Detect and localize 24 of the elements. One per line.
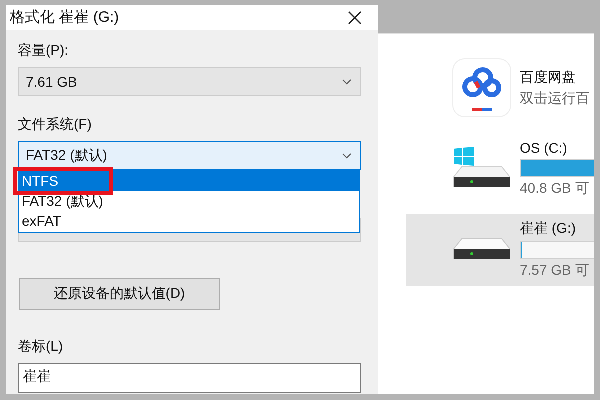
item-subtitle: 双击运行百 xyxy=(520,90,590,108)
volume-label-label: 卷标(L) xyxy=(18,338,64,356)
chevron-icon xyxy=(342,152,352,158)
item-name: 崔崔 (G:) xyxy=(520,220,577,238)
dropdown-option[interactable]: NTFS xyxy=(19,171,359,191)
restore-defaults-button[interactable]: 还原设备的默认值(D) xyxy=(19,278,220,310)
volume-label-field[interactable]: 崔崔 xyxy=(18,363,361,393)
free-space-text: 40.8 GB 可 xyxy=(520,180,590,198)
item-name: 百度网盘 xyxy=(520,68,577,86)
app-tile[interactable]: 百度网盘 双击运行百 xyxy=(406,52,594,124)
drive-tile[interactable]: 崔崔 (G:) 7.57 GB 可 xyxy=(406,214,594,286)
close-icon[interactable] xyxy=(348,10,362,24)
cloud-app-icon xyxy=(452,58,512,118)
capacity-dropdown[interactable]: 7.61 GB xyxy=(18,67,361,96)
dropdown-option[interactable]: FAT32 (默认) xyxy=(19,191,359,211)
file-system-label: 文件系统(F) xyxy=(18,116,92,134)
item-name: OS (C:) xyxy=(520,140,568,156)
dropdown-option[interactable]: exFAT xyxy=(19,211,359,231)
file-system-dropdown[interactable]: FAT32 (默认) xyxy=(18,141,361,170)
window-title: 格式化 崔崔 (G:) xyxy=(10,8,120,27)
free-space-text: 7.57 GB 可 xyxy=(520,262,590,280)
chevron-icon xyxy=(342,78,352,84)
drive-tile[interactable]: OS (C:) 40.8 GB 可 xyxy=(406,134,594,204)
capacity-label: 容量(P): xyxy=(18,42,69,60)
